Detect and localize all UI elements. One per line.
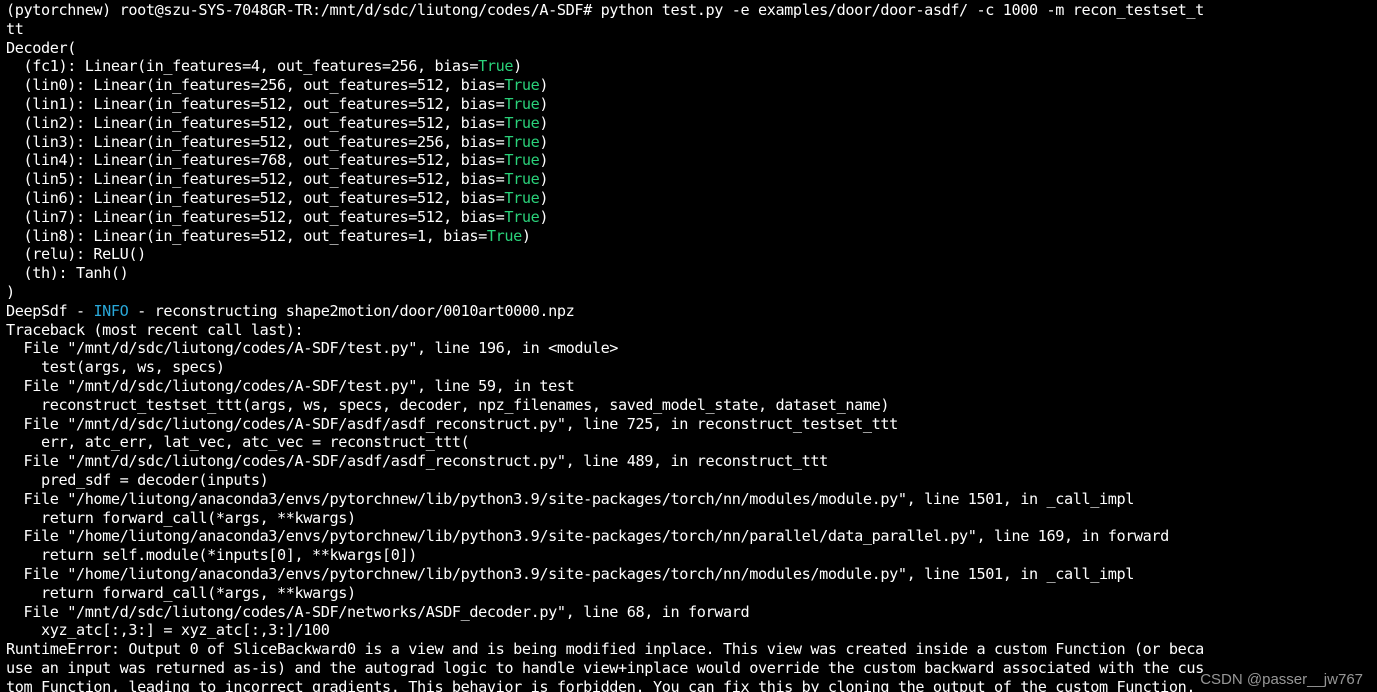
command-prompt-wrap: tt — [6, 19, 24, 38]
layer-line-lin4: (lin4): Linear(in_features=768, out_feat… — [6, 151, 549, 170]
traceback-line: return self.module(*inputs[0], **kwargs[… — [6, 546, 417, 565]
layer-line-lin2: (lin2): Linear(in_features=512, out_feat… — [6, 113, 549, 132]
traceback-line: File "/mnt/d/sdc/liutong/codes/A-SDF/tes… — [6, 376, 575, 395]
layer-line-lin3: (lin3): Linear(in_features=512, out_feat… — [6, 132, 549, 151]
decoder-close-line: ) — [6, 282, 15, 301]
log-level-badge: INFO — [93, 301, 129, 320]
traceback-line: File "/home/liutong/anaconda3/envs/pytor… — [6, 527, 1169, 546]
layer-line-lin8: (lin8): Linear(in_features=512, out_feat… — [6, 226, 531, 245]
traceback-header: Traceback (most recent call last): — [6, 320, 304, 339]
traceback-line: File "/mnt/d/sdc/liutong/codes/A-SDF/asd… — [6, 452, 828, 471]
error-line: RuntimeError: Output 0 of SliceBackward0… — [6, 640, 1204, 659]
traceback-line: File "/mnt/d/sdc/liutong/codes/A-SDF/asd… — [6, 414, 898, 433]
traceback-line: return forward_call(*args, **kwargs) — [6, 583, 356, 602]
layer-line-lin1: (lin1): Linear(in_features=512, out_feat… — [6, 94, 549, 113]
layer-line-fc1: (fc1): Linear(in_features=4, out_feature… — [6, 57, 522, 76]
traceback-line: pred_sdf = decoder(inputs) — [6, 470, 269, 489]
traceback-line: err, atc_err, lat_vec, atc_vec = reconst… — [6, 433, 470, 452]
error-line: use an input was returned as-is) and the… — [6, 658, 1204, 677]
traceback-line: test(args, ws, specs) — [6, 358, 225, 377]
layer-line-lin6: (lin6): Linear(in_features=512, out_feat… — [6, 188, 549, 207]
layer-line-lin0: (lin0): Linear(in_features=256, out_feat… — [6, 76, 549, 95]
traceback-line: File "/home/liutong/anaconda3/envs/pytor… — [6, 564, 1134, 583]
traceback-line: return forward_call(*args, **kwargs) — [6, 508, 356, 527]
decoder-open-line: Decoder( — [6, 38, 76, 57]
tanh-line: (th): Tanh() — [6, 264, 129, 283]
layer-line-lin5: (lin5): Linear(in_features=512, out_feat… — [6, 170, 549, 189]
relu-line: (relu): ReLU() — [6, 245, 146, 264]
traceback-line: xyz_atc[:,3:] = xyz_atc[:,3:]/100 — [6, 621, 330, 640]
error-line: tom Function, leading to incorrect gradi… — [6, 677, 1196, 692]
traceback-line: reconstruct_testset_ttt(args, ws, specs,… — [6, 395, 890, 414]
traceback-line: File "/mnt/d/sdc/liutong/codes/A-SDF/tes… — [6, 339, 619, 358]
log-line: DeepSdf - INFO - reconstructing shape2mo… — [6, 301, 575, 320]
terminal-window[interactable]: (pytorchnew) root@szu-SYS-7048GR-TR:/mnt… — [0, 0, 1377, 692]
command-prompt-line: (pytorchnew) root@szu-SYS-7048GR-TR:/mnt… — [6, 1, 1204, 19]
csdn-watermark: CSDN @passer__jw767 — [1200, 671, 1363, 688]
traceback-line: File "/mnt/d/sdc/liutong/codes/A-SDF/net… — [6, 602, 750, 621]
traceback-line: File "/home/liutong/anaconda3/envs/pytor… — [6, 489, 1134, 508]
layer-line-lin7: (lin7): Linear(in_features=512, out_feat… — [6, 207, 549, 226]
